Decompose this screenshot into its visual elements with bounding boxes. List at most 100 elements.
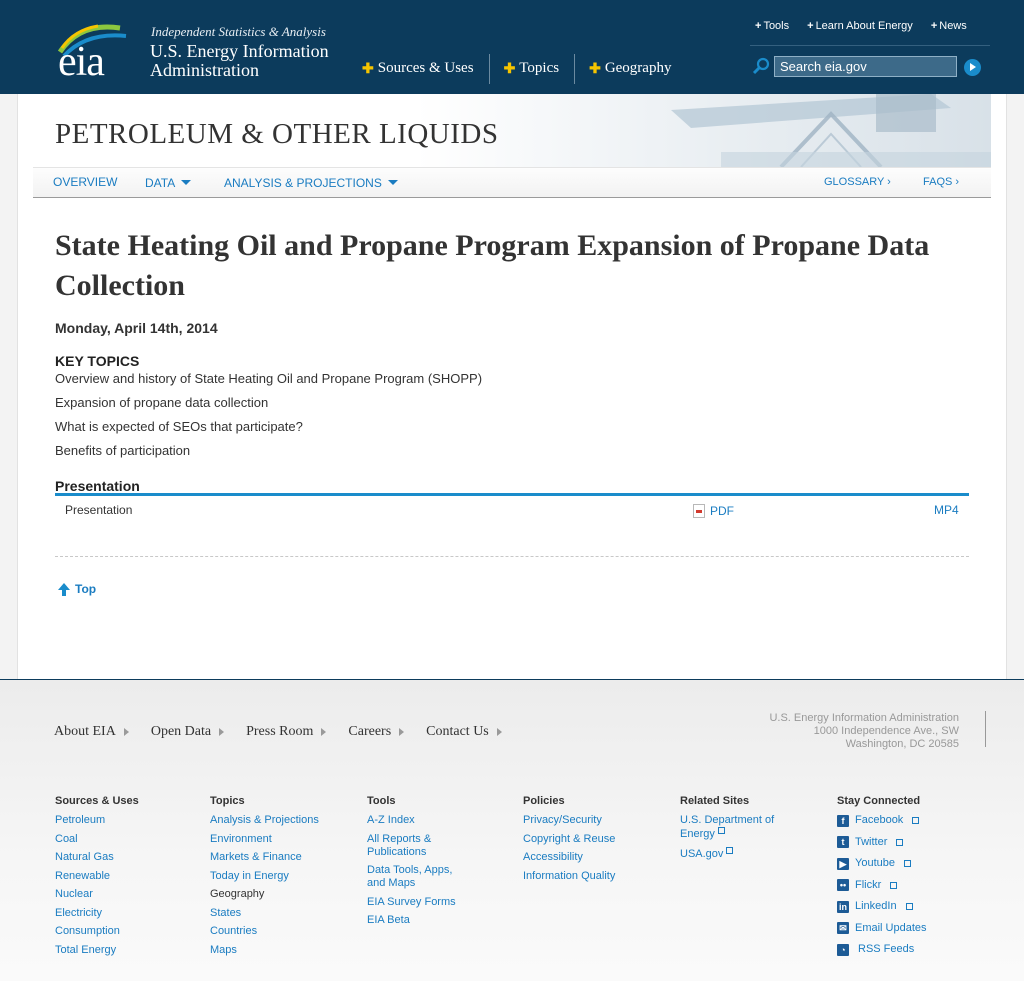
list-item: Overview and history of State Heating Oi…: [55, 371, 483, 386]
subnav-faqs[interactable]: FAQS ›: [923, 176, 959, 188]
chevron-down-icon: [181, 180, 192, 185]
footer-link[interactable]: Coal: [55, 833, 139, 846]
chevron-right-icon: [399, 728, 405, 736]
utility-news-label: News: [939, 20, 967, 32]
list-item: Expansion of propane data collection: [55, 395, 269, 410]
plus-icon: +: [930, 20, 938, 32]
footer-link[interactable]: Environment: [210, 833, 319, 846]
nav-sources-uses[interactable]: ✚ Sources & Uses: [360, 54, 490, 84]
footer-link[interactable]: Nuclear: [55, 888, 139, 901]
social-rss[interactable]: ◔ RSS Feeds: [837, 943, 927, 956]
mp4-download-link[interactable]: MP4: [934, 503, 959, 517]
social-linkedin[interactable]: in LinkedIn: [837, 900, 927, 913]
tagline: Independent Statistics & Analysis: [151, 24, 326, 39]
utility-learn[interactable]: + Learn About Energy: [807, 20, 913, 32]
footer-link[interactable]: All Reports & Publications: [367, 833, 467, 859]
search-icon: [752, 57, 770, 75]
social-twitter[interactable]: t Twitter: [837, 836, 927, 849]
social-label: Facebook: [855, 814, 904, 826]
footer-link[interactable]: Total Energy: [55, 944, 139, 957]
footer-nav-open-data[interactable]: Open Data: [150, 724, 225, 740]
eia-logo-wordmark[interactable]: eia: [58, 38, 105, 86]
footer-link-doe[interactable]: U.S. Department of Energy: [680, 814, 790, 841]
footer-link[interactable]: Renewable: [55, 870, 139, 883]
external-link-icon: [905, 903, 913, 910]
footer-link[interactable]: Accessibility: [523, 851, 615, 864]
footer-subheading: Geography: [210, 888, 265, 900]
list-item: Benefits of participation: [55, 443, 191, 458]
footer-col-topics: Topics Analysis & Projections Environmen…: [210, 795, 319, 962]
back-to-top-link[interactable]: Top: [58, 582, 96, 596]
footer-link-doe-label: U.S. Department of Energy: [680, 814, 775, 840]
footer-link[interactable]: Maps: [210, 944, 319, 957]
social-flickr[interactable]: •• Flickr: [837, 879, 927, 892]
section-title: PETROLEUM & OTHER LIQUIDS: [55, 118, 499, 150]
agency-name-line2: Administration: [150, 60, 259, 80]
flickr-icon: ••: [837, 879, 849, 891]
footer-nav-press-room[interactable]: Press Room: [246, 724, 327, 740]
social-label: Flickr: [855, 878, 882, 891]
social-label: Twitter: [855, 835, 888, 848]
footer-nav-careers[interactable]: Careers: [348, 724, 405, 740]
subnav-glossary[interactable]: GLOSSARY ›: [824, 176, 891, 188]
footer-link[interactable]: EIA Survey Forms: [367, 896, 467, 909]
footer-address: U.S. Energy Information Administration 1…: [769, 712, 959, 751]
footer-nav-press-room-label: Press Room: [246, 724, 314, 739]
footer-col-heading: Related Sites: [680, 795, 750, 807]
chevron-right-icon: [123, 728, 129, 736]
footer-link[interactable]: Information Quality: [523, 870, 615, 883]
social-label: Email Updates: [855, 921, 927, 934]
footer-col-heading: Tools: [367, 795, 396, 807]
nav-topics[interactable]: ✚ Topics: [490, 54, 576, 84]
footer-nav-contact[interactable]: Contact Us: [426, 724, 502, 740]
footer-link[interactable]: EIA Beta: [367, 914, 467, 927]
footer-col-heading: Sources & Uses: [55, 795, 139, 807]
footer-link[interactable]: States: [210, 907, 319, 920]
footer-link[interactable]: Data Tools, Apps, and Maps: [367, 864, 467, 890]
footer-nav-open-data-label: Open Data: [150, 724, 212, 739]
footer-link[interactable]: Petroleum: [55, 814, 139, 827]
footer-col-sources: Sources & Uses Petroleum Coal Natural Ga…: [55, 795, 139, 962]
external-link-icon: [717, 827, 725, 834]
subnav-analysis-projections[interactable]: ANALYSIS & PROJECTIONS: [224, 176, 398, 190]
footer-link[interactable]: Markets & Finance: [210, 851, 319, 864]
subnav-data[interactable]: DATA: [145, 176, 192, 190]
search-input[interactable]: [774, 56, 957, 77]
facebook-icon: f: [837, 814, 849, 827]
social-label: LinkedIn: [855, 900, 897, 912]
pdf-download-link[interactable]: PDF: [693, 504, 734, 518]
footer-link[interactable]: A-Z Index: [367, 814, 467, 827]
footer-link[interactable]: Copyright & Reuse: [523, 833, 615, 846]
footer-link-usagov[interactable]: USA.gov: [680, 846, 790, 861]
dashed-divider: [55, 556, 969, 557]
footer-nav-about[interactable]: About EIA: [54, 724, 129, 740]
search-submit-button[interactable]: [964, 59, 981, 76]
address-line: U.S. Energy Information Administration: [769, 712, 959, 724]
utility-tools[interactable]: + Tools: [755, 20, 789, 32]
youtube-icon: ▶: [837, 857, 849, 870]
social-facebook[interactable]: f Facebook: [837, 814, 927, 827]
footer-link[interactable]: Privacy/Security: [523, 814, 615, 827]
social-label: RSS Feeds: [858, 943, 915, 955]
footer-link[interactable]: Electricity: [55, 907, 139, 920]
footer-link[interactable]: Countries: [210, 925, 319, 938]
subnav-overview[interactable]: OVERVIEW: [53, 175, 117, 189]
plus-icon: +: [755, 20, 762, 32]
agency-name[interactable]: U.S. Energy Information Administration: [150, 42, 329, 80]
social-youtube[interactable]: ▶ Youtube: [837, 857, 927, 870]
footer-link[interactable]: Today in Energy: [210, 870, 319, 883]
utility-news[interactable]: + News: [931, 20, 967, 32]
footer-link[interactable]: Natural Gas: [55, 851, 139, 864]
social-email[interactable]: ✉ Email Updates: [837, 922, 927, 935]
footer-nav: About EIA Open Data Press Room Careers C…: [54, 724, 524, 740]
address-line: Washington, DC 20585: [845, 738, 959, 750]
footer-col-heading: Stay Connected: [837, 795, 921, 807]
utility-tools-label: Tools: [763, 20, 790, 32]
footer-link[interactable]: Analysis & Projections: [210, 814, 319, 827]
twitter-icon: t: [837, 836, 849, 848]
nav-geography[interactable]: ✚ Geography: [575, 54, 686, 84]
utility-divider: [750, 45, 990, 46]
rss-icon: ◔: [837, 943, 849, 956]
chevron-right-icon: [219, 728, 225, 736]
footer-link[interactable]: Consumption: [55, 925, 139, 938]
